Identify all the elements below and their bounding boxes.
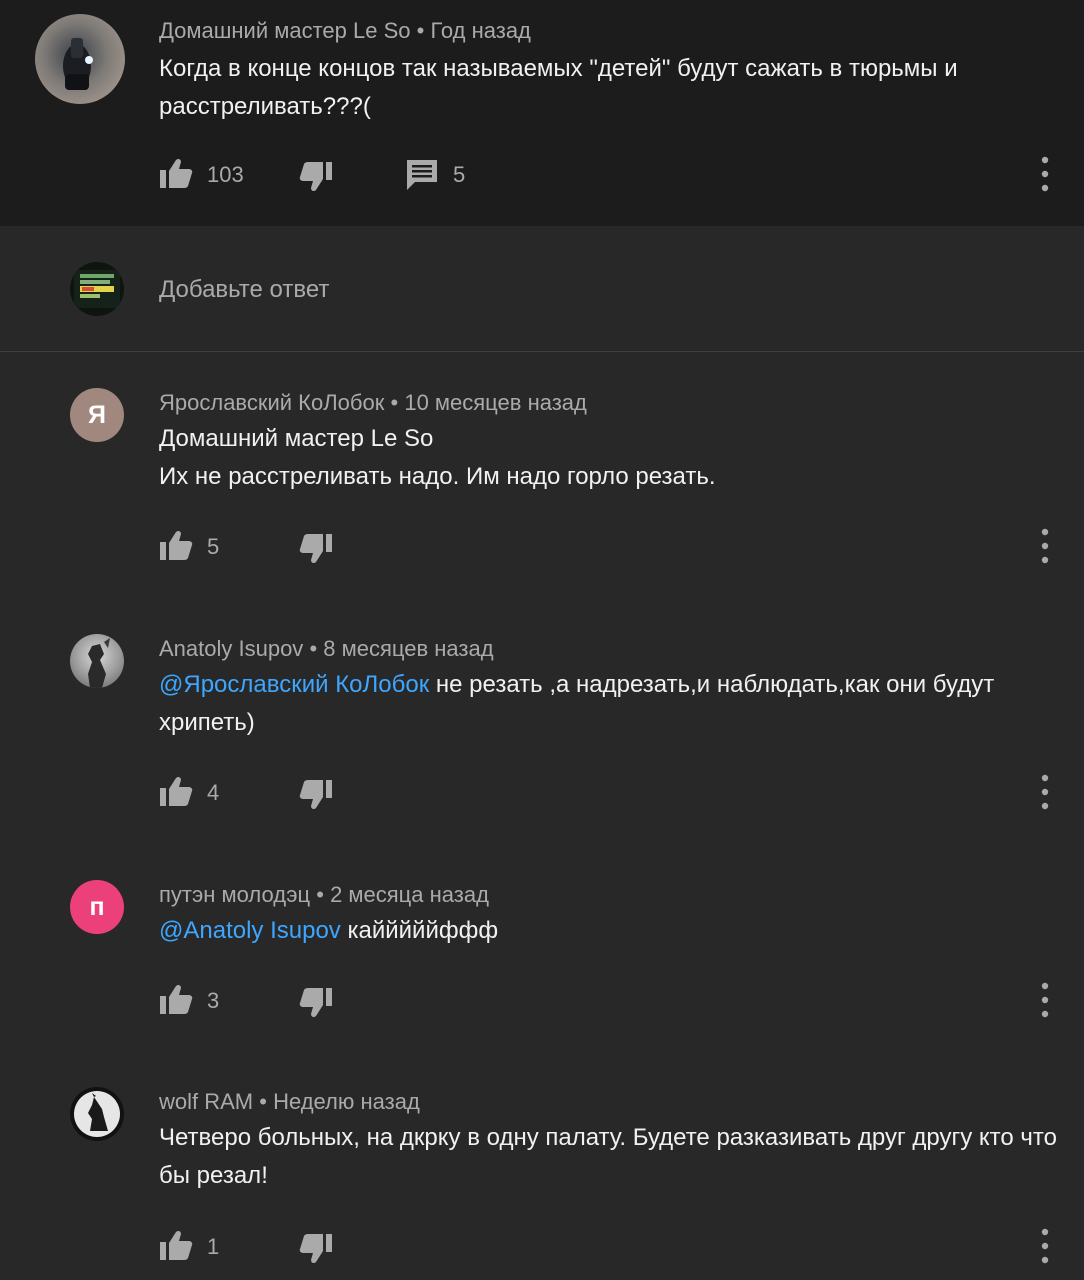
author-name[interactable]: Anatoly Isupov: [159, 636, 303, 661]
add-reply-input[interactable]: Добавьте ответ: [159, 276, 329, 304]
comment-actions: 3: [159, 980, 1059, 1020]
comment-text: @Ярославский КоЛобок не резать ,а надрез…: [159, 666, 1059, 742]
comment-actions: 1: [159, 1226, 1059, 1266]
comment-text: Когда в конце концов так называемых "дет…: [159, 55, 958, 120]
dislike-icon[interactable]: [299, 160, 333, 192]
reply-icon[interactable]: [405, 158, 439, 190]
timestamp: 2 месяца назад: [330, 882, 489, 907]
timestamp: Неделю назад: [273, 1089, 420, 1114]
comment-meta: путэн молодэц • 2 месяца назад: [159, 882, 489, 908]
like-count: 1: [207, 1234, 220, 1259]
author-name[interactable]: wolf RAM: [159, 1089, 253, 1114]
reply-author-avatar[interactable]: Я: [70, 388, 124, 442]
like-count: 3: [207, 988, 220, 1013]
like-count: 4: [207, 780, 220, 805]
like-icon[interactable]: [159, 984, 193, 1016]
meta-separator: •: [259, 1089, 274, 1114]
comment-text: Домашний мастер Le So Их не расстреливат…: [159, 420, 1059, 496]
dislike-icon[interactable]: [299, 532, 333, 564]
avatar-letter: п: [89, 892, 105, 921]
more-vert-icon[interactable]: [1035, 980, 1055, 1020]
author-name[interactable]: Ярославский КоЛобок: [159, 390, 384, 415]
comment-actions: 103 5: [159, 154, 1059, 194]
like-icon[interactable]: [159, 776, 193, 808]
like-icon[interactable]: [159, 1230, 193, 1262]
comment-meta: wolf RAM • Неделю назад: [159, 1089, 420, 1115]
parent-comment: Домашний мастер Le So • Год назад Когда …: [0, 0, 1084, 226]
author-name[interactable]: путэн молодэц: [159, 882, 310, 907]
mention-link[interactable]: @Anatoly Isupov: [159, 917, 341, 944]
meta-separator: •: [309, 636, 324, 661]
comment-text: Четверо больных, на дкрку в одну палату.…: [159, 1124, 1057, 1189]
like-count: 103: [207, 162, 244, 187]
meta-separator: •: [416, 18, 431, 43]
meta-separator: •: [390, 390, 405, 415]
reply-count: 5: [453, 162, 466, 187]
comment-actions: 4: [159, 772, 1059, 812]
dislike-icon[interactable]: [299, 1232, 333, 1264]
author-name[interactable]: Домашний мастер Le So: [159, 18, 411, 43]
comment-text-line: Домашний мастер Le So: [159, 425, 434, 452]
comment-meta: Anatoly Isupov • 8 месяцев назад: [159, 636, 494, 662]
reply-author-avatar[interactable]: п: [70, 880, 124, 934]
meta-separator: •: [316, 882, 331, 907]
comment-body: кайййййффф: [340, 917, 499, 944]
comment-actions: 5: [159, 526, 1059, 566]
parent-author-avatar[interactable]: [35, 14, 125, 104]
like-count: 5: [207, 534, 220, 559]
mention-link[interactable]: @Ярославский КоЛобок: [159, 671, 429, 698]
add-reply-row[interactable]: Добавьте ответ: [0, 226, 1084, 352]
timestamp: 8 месяцев назад: [323, 636, 494, 661]
like-icon[interactable]: [159, 530, 193, 562]
more-vert-icon[interactable]: [1035, 1226, 1055, 1266]
current-user-avatar: [70, 262, 124, 316]
comment-meta: Ярославский КоЛобок • 10 месяцев назад: [159, 390, 587, 416]
reply-author-avatar[interactable]: [70, 1087, 124, 1141]
timestamp: Год назад: [430, 18, 531, 43]
comment-meta: Домашний мастер Le So • Год назад: [159, 18, 531, 44]
more-vert-icon[interactable]: [1035, 526, 1055, 566]
avatar-letter: Я: [88, 400, 106, 429]
timestamp: 10 месяцев назад: [404, 390, 587, 415]
more-vert-icon[interactable]: [1035, 772, 1055, 812]
comment-text-line: Их не расстреливать надо. Им надо горло …: [159, 463, 716, 490]
more-vert-icon[interactable]: [1035, 154, 1055, 194]
like-icon[interactable]: [159, 158, 193, 190]
reply-author-avatar[interactable]: [70, 634, 124, 688]
dislike-icon[interactable]: [299, 986, 333, 1018]
comment-text: @Anatoly Isupov кайййййффф: [159, 912, 1059, 950]
dislike-icon[interactable]: [299, 778, 333, 810]
